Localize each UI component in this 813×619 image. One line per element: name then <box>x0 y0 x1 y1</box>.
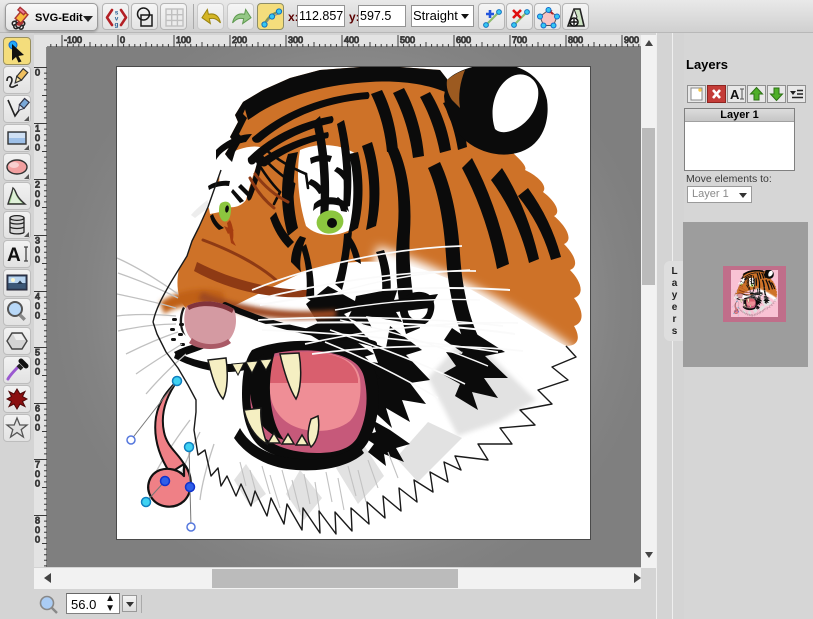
svg-text:900: 900 <box>624 35 639 45</box>
svg-text:0: 0 <box>35 199 40 209</box>
svg-text:0: 0 <box>35 68 40 78</box>
svg-text:700: 700 <box>512 35 527 45</box>
svg-text:800: 800 <box>568 35 583 45</box>
svg-text:0: 0 <box>35 525 40 535</box>
svg-text:0: 0 <box>35 479 40 489</box>
svg-text:3: 3 <box>35 236 40 246</box>
svg-text:6: 6 <box>35 404 40 414</box>
svg-text:0: 0 <box>35 423 40 433</box>
svg-text:7: 7 <box>35 460 40 470</box>
svg-text:0: 0 <box>35 535 40 545</box>
svg-text:400: 400 <box>344 35 359 45</box>
svg-text:2: 2 <box>35 180 40 190</box>
svg-text:0: 0 <box>35 301 40 311</box>
svg-text:0: 0 <box>120 35 125 45</box>
svg-text:A: A <box>730 87 740 102</box>
svg-text:300: 300 <box>288 35 303 45</box>
svg-text:0: 0 <box>35 245 40 255</box>
svg-text:g: g <box>115 22 119 29</box>
svg-text:A: A <box>7 245 21 266</box>
svg-text:-100: -100 <box>64 35 82 45</box>
svg-text:0: 0 <box>35 311 40 321</box>
svg-text:0: 0 <box>35 133 40 143</box>
svg-text:100: 100 <box>176 35 191 45</box>
svg-text:0: 0 <box>35 357 40 367</box>
svg-text:8: 8 <box>35 516 40 526</box>
svg-text:0: 0 <box>35 413 40 423</box>
svg-text:0: 0 <box>35 469 40 479</box>
svg-text:600: 600 <box>456 35 471 45</box>
svg-text:4: 4 <box>35 292 40 302</box>
svg-text:1: 1 <box>35 124 40 134</box>
svg-text:500: 500 <box>400 35 415 45</box>
svg-text:0: 0 <box>35 189 40 199</box>
svg-text:0: 0 <box>35 255 40 265</box>
svg-text:5: 5 <box>35 348 40 358</box>
svg-text:0: 0 <box>35 367 40 377</box>
svg-text:0: 0 <box>35 143 40 153</box>
svg-text:200: 200 <box>232 35 247 45</box>
